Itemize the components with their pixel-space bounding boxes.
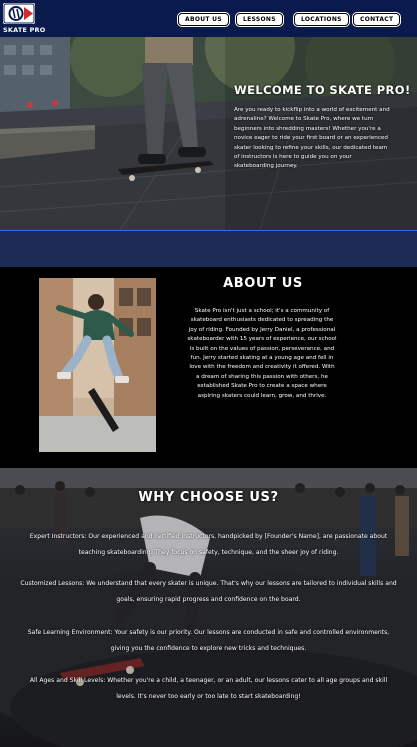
why-item-all-ages: All Ages and Skill Levels: Whether you'r… xyxy=(29,677,388,700)
section-divider-strip xyxy=(0,230,417,268)
hero-text: Are you ready to kickflip into a world o… xyxy=(234,107,390,170)
why-item-expert-instructors: Expert Instructors: Our experienced and … xyxy=(29,533,388,556)
why-background-image xyxy=(0,468,417,747)
skateboard-logo-icon xyxy=(3,3,35,24)
nav-locations-button[interactable]: LOCATIONS xyxy=(294,13,349,26)
hero-title: WELCOME TO SKATE PRO! xyxy=(234,83,411,97)
nav-about-us-button[interactable]: ABOUT US xyxy=(178,13,229,26)
nav-lessons-button[interactable]: LESSONS xyxy=(236,13,283,26)
why-title: WHY CHOOSE US? xyxy=(138,490,279,505)
why-item-safe-environment: Safe Learning Environment: Your safety i… xyxy=(27,629,390,652)
skater-jump-image xyxy=(39,278,156,452)
about-text: Skate Pro isn't just a school; it's a co… xyxy=(187,308,337,399)
hero-section: WELCOME TO SKATE PRO! Are you ready to k… xyxy=(0,37,417,230)
site-header: SKATE PRO ABOUT US LESSONS LOCATIONS CON… xyxy=(0,0,417,37)
about-section: ABOUT US Skate Pro isn't just a school; … xyxy=(0,267,417,468)
about-title: ABOUT US xyxy=(223,276,303,291)
logo[interactable]: SKATE PRO xyxy=(3,3,45,35)
logo-text: SKATE PRO xyxy=(3,26,46,34)
about-skater-photo xyxy=(39,278,156,452)
why-item-customized-lessons: Customized Lessons: We understand that e… xyxy=(20,580,397,603)
logo-badge xyxy=(3,3,35,24)
why-choose-us-section: WHY CHOOSE US? Expert Instructors: Our e… xyxy=(0,468,417,747)
nav-contact-button[interactable]: CONTACT xyxy=(353,13,401,26)
